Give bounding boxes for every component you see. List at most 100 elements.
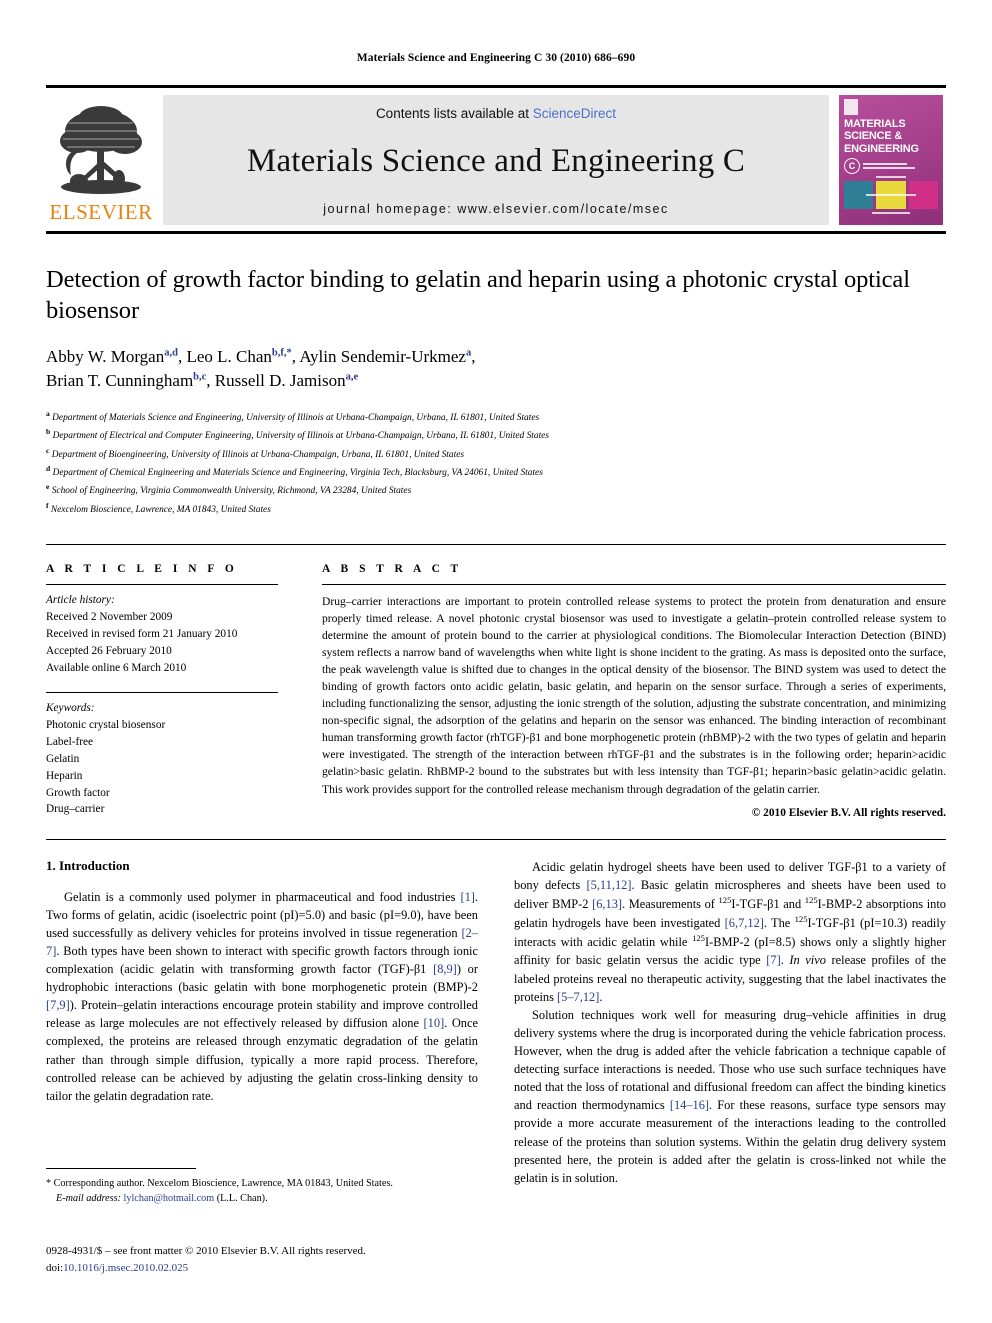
journal-homepage[interactable]: journal homepage: www.elsevier.com/locat… (323, 202, 669, 216)
author-entry: Abby W. Morgana,d, (46, 347, 186, 366)
cover-title-line-1: MATERIALS (844, 118, 906, 130)
affiliation-mark: e (46, 482, 50, 492)
author-affil-marks: a,d (164, 347, 178, 359)
keywords-block: Keywords: Photonic crystal biosensor Lab… (46, 691, 278, 819)
affiliation-mark: c (46, 445, 50, 455)
running-head: Materials Science and Engineering C 30 (… (356, 52, 636, 64)
section-heading-introduction: 1. Introduction (46, 857, 130, 873)
corresponding-author-note: * Corresponding author. Nexcelom Bioscie… (46, 1176, 478, 1207)
history-item: Received 2 November 2009 (46, 611, 173, 624)
affiliation-item: b Department of Electrical and Computer … (46, 426, 946, 444)
article-info-heading: A R T I C L E I N F O (46, 563, 238, 576)
keyword-item: Label-free (46, 735, 94, 748)
corresponding-author-email[interactable]: lylchan@hotmail.com (124, 1193, 215, 1204)
keywords-label: Keywords: (46, 701, 95, 714)
author-affil-marks: b,c (193, 371, 207, 383)
author-sep: , (206, 371, 215, 391)
cover-elsevier-mark (844, 99, 858, 115)
article-info-column: A R T I C L E I N F O Article history: R… (46, 563, 278, 818)
body-column-left: 1. Introduction Gelatin is a commonly us… (46, 858, 478, 1187)
affiliation-text: Department of Electrical and Computer En… (52, 431, 549, 442)
keyword-item: Heparin (46, 769, 83, 782)
keywords-group: Keywords: Photonic crystal biosensor Lab… (46, 693, 278, 819)
author-affil-marks: b,f,* (271, 347, 292, 359)
author-name: Brian T. Cunningham (46, 371, 194, 391)
cover-artwork: MATERIALS SCIENCE & ENGINEERING C (839, 95, 943, 225)
abstract-column: A B S T R A C T Drug–carrier interaction… (322, 563, 946, 819)
cover-sciencedirect-mark (839, 166, 943, 220)
history-item: Accepted 26 February 2010 (46, 644, 172, 657)
imprint-block: 0928-4931/$ – see front matter © 2010 El… (46, 1243, 546, 1277)
journal-banner: ELSEVIER Contents lists available at Sci… (46, 85, 946, 234)
keyword-item: Photonic crystal biosensor (46, 718, 166, 731)
affiliation-mark: a (46, 409, 50, 418)
body-separator-rule (46, 838, 946, 840)
keyword-item: Drug–carrier (46, 803, 105, 816)
footnote-marker: * (46, 1178, 52, 1189)
intro-paragraph-right-1: Acidic gelatin hydrogel sheets have been… (514, 859, 947, 1004)
affiliation-item: a Department of Materials Science and En… (46, 408, 946, 426)
article-history-label: Article history: (46, 594, 115, 607)
history-item: Received in revised form 21 January 2010 (46, 628, 238, 641)
doi-link[interactable]: 10.1016/j.msec.2010.02.025 (63, 1262, 188, 1274)
author-name: Russell D. Jamison (214, 371, 346, 391)
title-block: Detection of growth factor binding to ge… (46, 264, 946, 518)
cover-title-line-3: ENGINEERING (844, 142, 919, 155)
affiliation-text: Department of Chemical Engineering and M… (52, 468, 543, 479)
doi-label: doi: (46, 1262, 64, 1275)
author-sep: , (471, 346, 476, 366)
footnote-block: * Corresponding author. Nexcelom Bioscie… (46, 1168, 478, 1207)
article-history: Article history: Received 2 November 200… (46, 585, 278, 677)
author-name: Leo L. Chan (186, 346, 272, 366)
keyword-item: Gelatin (46, 752, 80, 765)
elsevier-logo: ELSEVIER (46, 95, 156, 225)
body-columns: 1. Introduction Gelatin is a commonly us… (46, 858, 946, 1187)
abstract-heading: A B S T R A C T (322, 563, 463, 576)
body-column-right: Acidic gelatin hydrogel sheets have been… (514, 858, 946, 1187)
affiliation-item: c Department of Bioengineering, Universi… (46, 445, 946, 463)
journal-cover-thumbnail: MATERIALS SCIENCE & ENGINEERING C (836, 95, 946, 225)
contents-available-line: Contents lists available at ScienceDirec… (376, 106, 616, 121)
info-and-abstract: A R T I C L E I N F O Article history: R… (46, 544, 946, 819)
author-entry: Russell D. Jamisona,e (215, 371, 358, 390)
affiliation-mark: f (46, 500, 49, 510)
affiliation-text: Nexcelom Bioscience, Lawrence, MA 01843,… (50, 504, 271, 515)
affiliation-mark: d (46, 464, 51, 474)
issn-line: 0928-4931/$ – see front matter © 2010 El… (46, 1245, 366, 1257)
journal-title: Materials Science and Engineering C (246, 143, 746, 179)
sciencedirect-link[interactable]: ScienceDirect (533, 106, 616, 121)
elsevier-wordmark: ELSEVIER (49, 200, 153, 224)
email-label: E-mail address: (56, 1193, 121, 1205)
cover-title-line-2: SCIENCE & (844, 130, 903, 143)
affiliation-text: Department of Materials Science and Engi… (52, 413, 540, 424)
author-affil-marks: a,e (345, 371, 359, 383)
affiliation-text: School of Engineering, Virginia Commonwe… (51, 486, 412, 497)
author-name: Abby W. Morgan (46, 346, 165, 366)
abstract-text: Drug–carrier interactions are important … (322, 595, 946, 796)
keyword-item: Growth factor (46, 786, 110, 799)
affiliation-mark: b (46, 427, 51, 437)
doi-line: doi:10.1016/j.msec.2010.02.025 (46, 1260, 546, 1277)
affiliation-item: e School of Engineering, Virginia Common… (46, 481, 946, 499)
abstract-copyright: © 2010 Elsevier B.V. All rights reserved… (751, 806, 946, 819)
footnote-text: Corresponding author. Nexcelom Bioscienc… (53, 1178, 393, 1189)
intro-paragraph-right-2: Solution techniques work well for measur… (514, 1007, 946, 1185)
paper-page: Materials Science and Engineering C 30 (… (0, 0, 992, 1323)
elsevier-tree-icon (53, 101, 149, 201)
author-entry: Aylin Sendemir-Urkmeza, (299, 347, 475, 366)
footnote-rule (46, 1168, 196, 1169)
contents-prefix: Contents lists available at (375, 106, 533, 121)
page-title: Detection of growth factor binding to ge… (46, 266, 910, 325)
author-entry: Leo L. Chanb,f,*, (186, 347, 299, 366)
author-entry: Brian T. Cunninghamb,c, (46, 371, 215, 390)
author-name: Aylin Sendemir-Urkmez (299, 346, 466, 366)
history-item: Available online 6 March 2010 (46, 661, 187, 674)
affiliation-text: Department of Bioengineering, University… (51, 449, 465, 460)
author-list: Abby W. Morgana,d, Leo L. Chanb,f,*, Ayl… (46, 345, 946, 394)
email-suffix: (L.L. Chan). (216, 1193, 268, 1205)
affiliation-item: f Nexcelom Bioscience, Lawrence, MA 0184… (46, 500, 946, 518)
intro-paragraph-left: Gelatin is a commonly used polymer in ph… (46, 889, 478, 1103)
affiliation-item: d Department of Chemical Engineering and… (46, 463, 946, 481)
affiliation-list: a Department of Materials Science and En… (46, 408, 946, 518)
banner-center: Contents lists available at ScienceDirec… (163, 95, 829, 225)
